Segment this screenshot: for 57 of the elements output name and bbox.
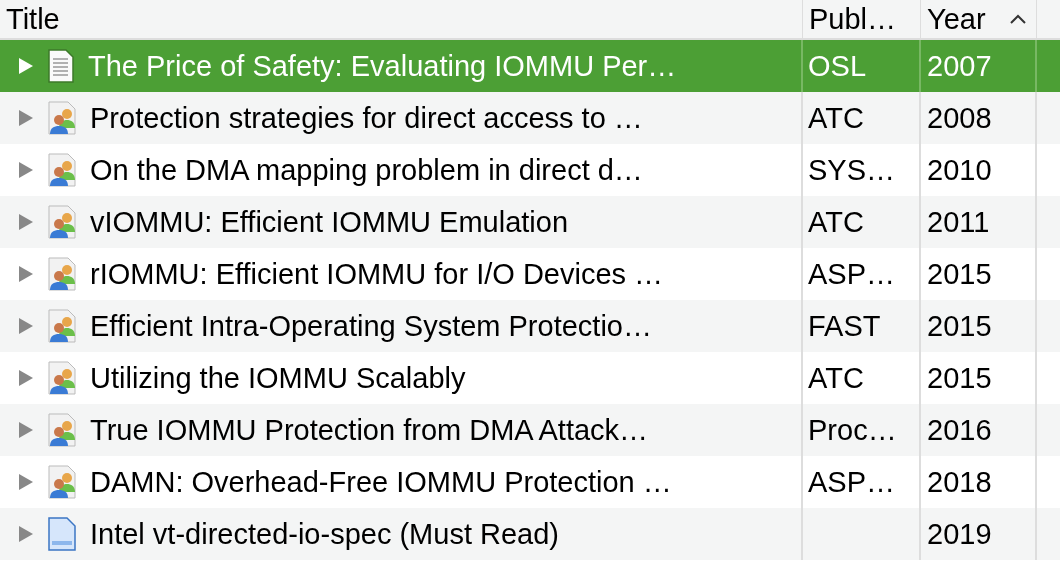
table-row[interactable]: vIOMMU: Efficient IOMMU Emulation ATC 2011: [0, 196, 1060, 248]
expand-arrow-icon[interactable]: [18, 369, 34, 387]
year-cell: 2015: [927, 363, 992, 393]
publication-cell: ASP…: [808, 467, 896, 497]
year-cell: 2007: [927, 51, 992, 81]
people-icon: [48, 309, 76, 343]
year-cell: 2008: [927, 103, 992, 133]
expand-arrow-icon[interactable]: [18, 213, 34, 231]
title-cell: On the DMA mapping problem in direct d…: [90, 155, 643, 185]
expand-arrow-icon[interactable]: [18, 57, 34, 75]
table-row[interactable]: Protection strategies for direct access to … ATC 2008: [0, 92, 1060, 144]
title-cell: Intel vt-directed-io-spec (Must Read): [90, 519, 559, 549]
expand-arrow-icon[interactable]: [18, 265, 34, 283]
publication-cell: Proc…: [808, 415, 897, 445]
expand-arrow-icon[interactable]: [18, 109, 34, 127]
table-row[interactable]: Efficient Intra-Operating System Protectio… FAST 2015: [0, 300, 1060, 352]
expand-arrow-icon[interactable]: [18, 317, 34, 335]
publication-cell: FAST: [808, 311, 881, 341]
publication-cell: ATC: [808, 363, 864, 393]
table-row[interactable]: Intel vt-directed-io-spec (Must Read) 2019: [0, 508, 1060, 560]
title-cell: Utilizing the IOMMU Scalably: [90, 363, 466, 393]
title-cell: DAMN: Overhead-Free IOMMU Protection …: [90, 467, 672, 497]
publication-cell: SYS…: [808, 155, 896, 185]
year-cell: 2011: [927, 207, 990, 237]
year-cell: 2018: [927, 467, 992, 497]
year-cell: 2010: [927, 155, 992, 185]
title-cell: The Price of Safety: Evaluating IOMMU Per…: [88, 51, 677, 81]
publication-cell: OSL: [808, 51, 867, 81]
title-cell: True IOMMU Protection from DMA Attack…: [90, 415, 649, 445]
title-cell: Protection strategies for direct access to …: [90, 103, 643, 133]
people-icon: [48, 101, 76, 135]
title-cell: Efficient Intra-Operating System Protectio…: [90, 311, 652, 341]
title-cell: vIOMMU: Efficient IOMMU Emulation: [90, 207, 569, 237]
column-header[interactable]: Year: [921, 0, 1037, 38]
people-icon: [48, 205, 76, 239]
expand-arrow-icon[interactable]: [18, 161, 34, 179]
year-cell: 2019: [927, 519, 992, 549]
people-icon: [48, 257, 76, 291]
document-icon: [48, 49, 74, 83]
year-cell: 2016: [927, 415, 992, 445]
year-cell: 2015: [927, 259, 992, 289]
publication-cell: ASP…: [808, 259, 896, 289]
title-cell: rIOMMU: Efficient IOMMU for I/O Devices …: [90, 259, 664, 289]
column-header[interactable]: Title: [0, 0, 803, 38]
web-page-icon: [48, 517, 76, 551]
people-icon: [48, 361, 76, 395]
publication-cell: ATC: [808, 207, 864, 237]
expand-arrow-icon[interactable]: [18, 421, 34, 439]
table-row[interactable]: True IOMMU Protection from DMA Attack… Proc… 2016: [0, 404, 1060, 456]
expand-arrow-icon[interactable]: [18, 525, 34, 543]
people-icon: [48, 465, 76, 499]
people-icon: [48, 413, 76, 447]
column-header[interactable]: Publ…: [803, 0, 921, 38]
people-icon: [48, 153, 76, 187]
expand-arrow-icon[interactable]: [18, 473, 34, 491]
year-cell: 2015: [927, 311, 992, 341]
publication-cell: ATC: [808, 103, 864, 133]
